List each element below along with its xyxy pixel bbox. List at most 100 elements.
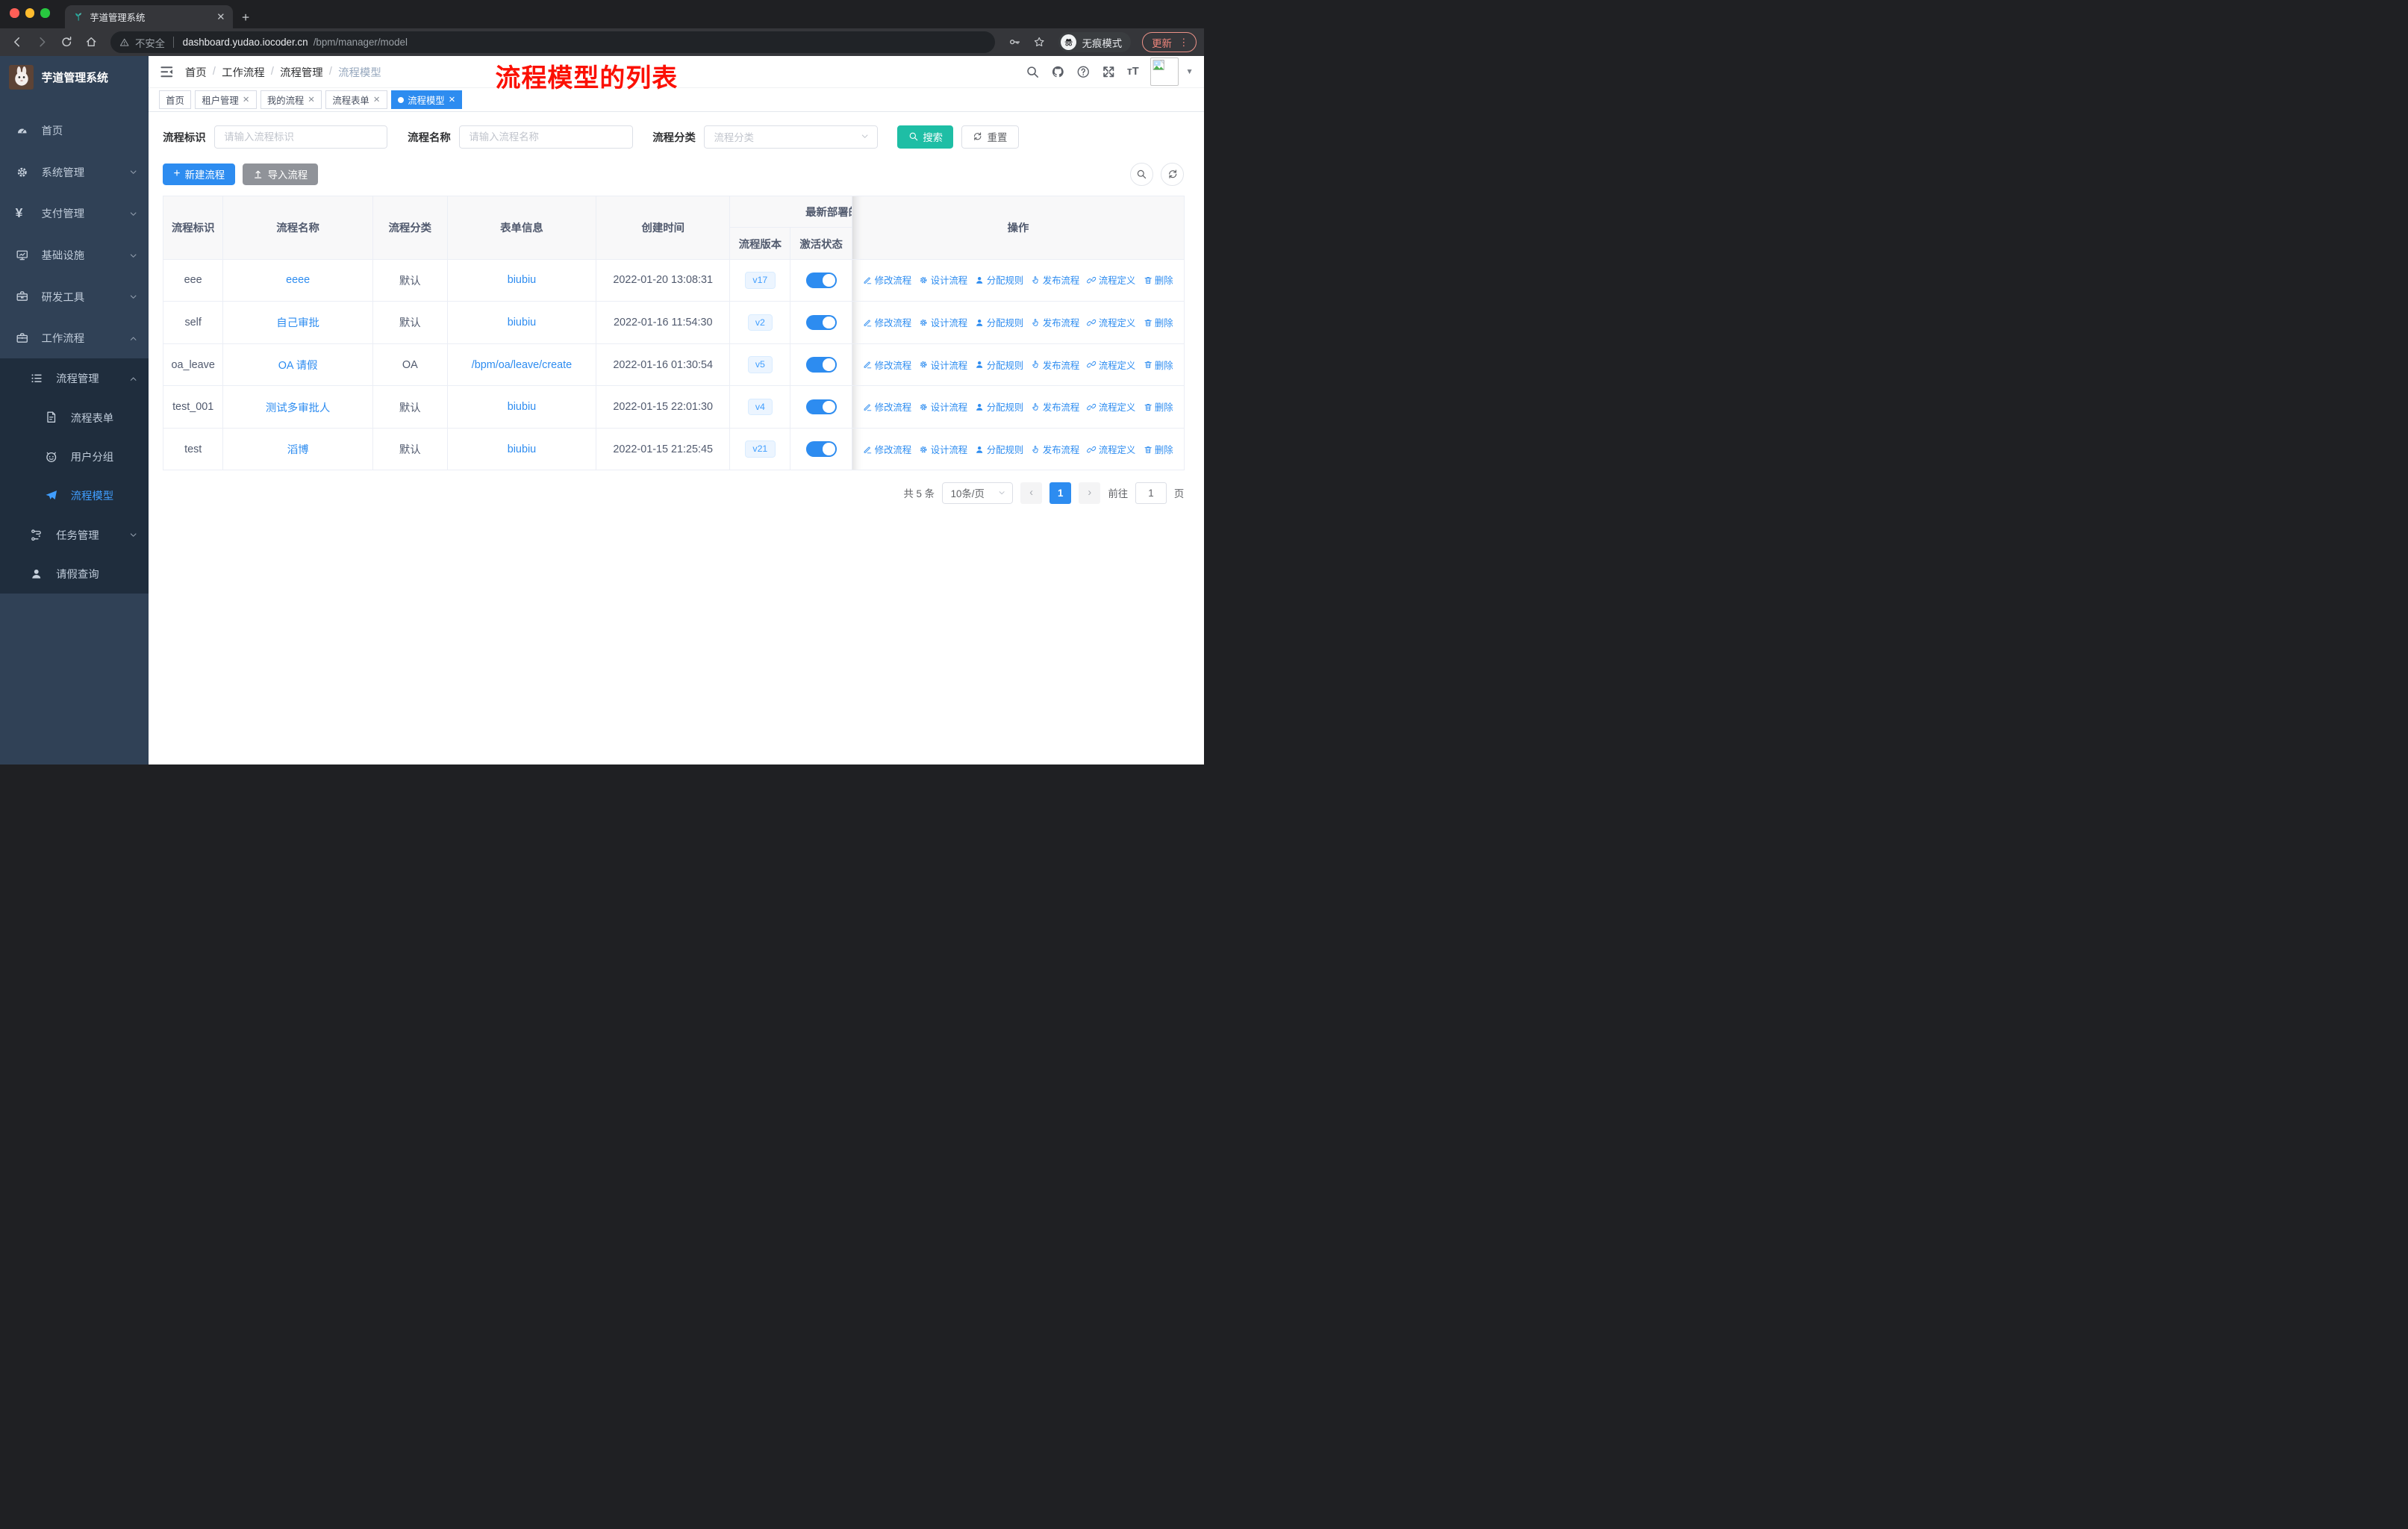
forward-button[interactable] — [32, 32, 52, 52]
action-user-link[interactable]: 分配规则 — [975, 316, 1023, 329]
action-edit-link[interactable]: 修改流程 — [863, 273, 911, 287]
status-toggle[interactable] — [805, 399, 837, 415]
action-link-link[interactable]: 流程定义 — [1087, 273, 1135, 287]
tag-close-icon[interactable]: ✕ — [308, 95, 314, 105]
page-size-select[interactable]: 10条/页 — [942, 482, 1013, 504]
action-edit-link[interactable]: 修改流程 — [863, 400, 911, 414]
action-link-link[interactable]: 流程定义 — [1087, 358, 1135, 372]
action-trash-link[interactable]: 删除 — [1144, 273, 1173, 287]
url-bar[interactable]: 不安全 dashboard.yudao.iocoder.cn/bpm/manag… — [110, 31, 996, 53]
next-page-button[interactable]: › — [1079, 482, 1101, 504]
tab-close-icon[interactable]: ✕ — [216, 11, 225, 23]
sidebar-item-process-manage[interactable]: 流程管理 — [0, 358, 149, 397]
action-link-link[interactable]: 流程定义 — [1087, 316, 1135, 329]
status-toggle[interactable] — [805, 357, 837, 373]
process-name-input[interactable] — [459, 125, 633, 149]
process-category-select[interactable]: 流程分类 — [704, 125, 878, 149]
sidebar-item-home[interactable]: 首页 — [0, 110, 149, 152]
github-icon[interactable] — [1051, 65, 1065, 79]
action-user-link[interactable]: 分配规则 — [975, 273, 1023, 287]
refresh-table-button[interactable] — [1161, 163, 1185, 186]
tag-home[interactable]: 首页 — [158, 90, 192, 110]
action-user-link[interactable]: 分配规则 — [975, 400, 1023, 414]
tag-my-process[interactable]: 我的流程 ✕ — [260, 90, 322, 110]
action-hand-link[interactable]: 发布流程 — [1031, 358, 1079, 372]
action-hand-link[interactable]: 发布流程 — [1031, 316, 1079, 329]
goto-page-input[interactable] — [1135, 482, 1167, 504]
sidebar-item-leave-query[interactable]: 请假查询 — [0, 555, 149, 594]
sidebar-item-workflow[interactable]: 工作流程 — [0, 317, 149, 359]
reload-button[interactable] — [57, 32, 77, 52]
process-name-link[interactable]: 滔博 — [287, 444, 309, 456]
tag-close-icon[interactable]: ✕ — [449, 95, 455, 105]
tag-tenant[interactable]: 租户管理 ✕ — [195, 90, 257, 110]
action-trash-link[interactable]: 删除 — [1144, 358, 1173, 372]
tag-close-icon[interactable]: ✕ — [373, 95, 380, 105]
sidebar-item-system[interactable]: 系统管理 — [0, 152, 149, 193]
fullscreen-icon[interactable] — [1102, 65, 1116, 79]
action-trash-link[interactable]: 删除 — [1144, 316, 1173, 329]
tag-process-form[interactable]: 流程表单 ✕ — [325, 90, 387, 110]
create-process-button[interactable]: + 新建流程 — [163, 163, 236, 186]
action-gear-link[interactable]: 设计流程 — [919, 316, 967, 329]
action-user-link[interactable]: 分配规则 — [975, 358, 1023, 372]
reset-button[interactable]: 重置 — [961, 125, 1019, 149]
action-gear-link[interactable]: 设计流程 — [919, 443, 967, 456]
breadcrumb-process-manage[interactable]: 流程管理 — [280, 64, 323, 80]
status-toggle[interactable] — [805, 273, 837, 288]
font-size-icon[interactable]: ᴛT — [1127, 66, 1139, 78]
action-trash-link[interactable]: 删除 — [1144, 443, 1173, 456]
collapse-sidebar-icon[interactable] — [159, 64, 175, 80]
help-icon[interactable] — [1076, 65, 1091, 79]
status-toggle[interactable] — [805, 314, 837, 331]
action-user-link[interactable]: 分配规则 — [975, 443, 1023, 456]
prev-page-button[interactable]: ‹ — [1020, 482, 1042, 504]
process-name-link[interactable]: 自己审批 — [276, 317, 319, 329]
avatar-caret-down-icon[interactable]: ▼ — [1185, 68, 1193, 76]
sidebar-item-process-model[interactable]: 流程模型 — [0, 476, 149, 515]
zoom-window-button[interactable] — [40, 8, 50, 18]
breadcrumb-workflow[interactable]: 工作流程 — [222, 64, 265, 80]
sidebar-item-payment[interactable]: ¥ 支付管理 — [0, 193, 149, 234]
sidebar-item-devtools[interactable]: 研发工具 — [0, 275, 149, 317]
form-info-link[interactable]: biubiu — [508, 443, 536, 455]
password-key-icon[interactable] — [1005, 32, 1025, 52]
sidebar-item-process-form[interactable]: 流程表单 — [0, 398, 149, 437]
action-gear-link[interactable]: 设计流程 — [919, 273, 967, 287]
toggle-search-button[interactable] — [1130, 163, 1154, 186]
browser-menu-icon[interactable]: ⋮ — [1179, 37, 1188, 49]
action-trash-link[interactable]: 删除 — [1144, 400, 1173, 414]
import-process-button[interactable]: 导入流程 — [242, 163, 319, 186]
breadcrumb-home[interactable]: 首页 — [185, 64, 207, 80]
form-info-link[interactable]: biubiu — [508, 274, 536, 286]
current-page-button[interactable]: 1 — [1049, 482, 1072, 504]
action-edit-link[interactable]: 修改流程 — [863, 443, 911, 456]
process-name-link[interactable]: OA 请假 — [278, 360, 318, 372]
process-name-link[interactable]: eeee — [286, 274, 310, 286]
close-window-button[interactable] — [10, 8, 19, 18]
action-edit-link[interactable]: 修改流程 — [863, 316, 911, 329]
process-key-input[interactable] — [213, 125, 388, 149]
sidebar-item-user-group[interactable]: 用户分组 — [0, 437, 149, 476]
tag-process-model[interactable]: 流程模型 ✕ — [390, 90, 463, 110]
update-button[interactable]: 更新 ⋮ — [1141, 32, 1197, 52]
home-button[interactable] — [81, 32, 102, 52]
browser-tab[interactable]: 芋道管理系统 ✕ — [65, 5, 233, 29]
form-info-link[interactable]: /bpm/oa/leave/create — [472, 359, 572, 371]
status-toggle[interactable] — [805, 441, 837, 457]
sidebar-item-task-manage[interactable]: 任务管理 — [0, 515, 149, 554]
tag-close-icon[interactable]: ✕ — [243, 95, 249, 105]
back-button[interactable] — [7, 32, 28, 52]
form-info-link[interactable]: biubiu — [508, 401, 536, 413]
search-button[interactable]: 搜索 — [897, 125, 954, 149]
action-hand-link[interactable]: 发布流程 — [1031, 273, 1079, 287]
action-edit-link[interactable]: 修改流程 — [863, 358, 911, 372]
action-hand-link[interactable]: 发布流程 — [1031, 400, 1079, 414]
window-controls[interactable] — [10, 8, 50, 18]
process-name-link[interactable]: 测试多审批人 — [266, 402, 330, 414]
sidebar-item-infra[interactable]: 基础设施 — [0, 234, 149, 276]
action-link-link[interactable]: 流程定义 — [1087, 443, 1135, 456]
search-icon[interactable] — [1026, 65, 1040, 79]
form-info-link[interactable]: biubiu — [508, 317, 536, 328]
avatar[interactable] — [1150, 57, 1179, 87]
